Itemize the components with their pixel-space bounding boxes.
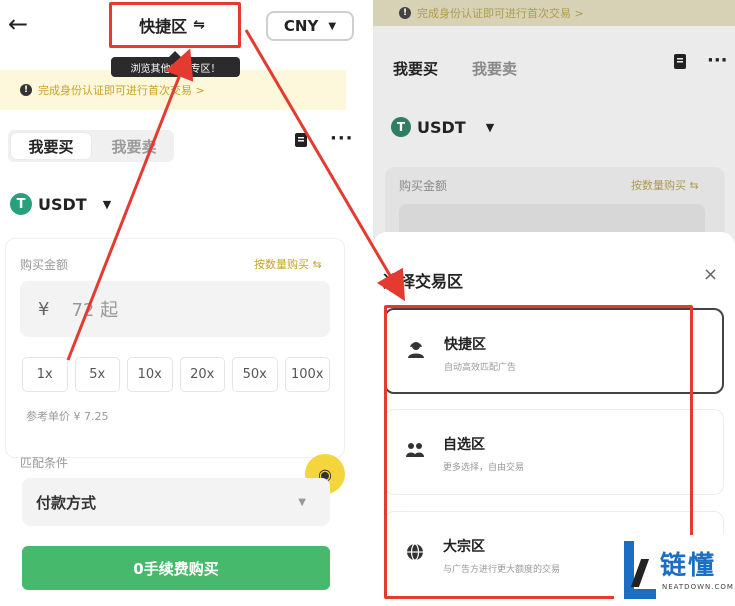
buy-amount-label: 购买金额: [399, 179, 448, 193]
coin-selector[interactable]: T USDT ▼: [10, 193, 111, 215]
currency-symbol: ¥: [38, 298, 50, 320]
caret-down-icon: ▼: [298, 496, 306, 508]
info-icon: !: [399, 7, 411, 19]
buy-sell-tabs: 我要买 我要卖: [8, 130, 174, 162]
coin-symbol: USDT: [417, 117, 466, 137]
watermark-logo: 链懂 NEATDOWN.COM: [614, 535, 735, 606]
caret-down-icon: ▼: [485, 120, 495, 134]
tooltip: 浏览其他交易专区！: [111, 51, 240, 77]
buy-by-quantity-link[interactable]: 按数量购买 ⇆: [631, 177, 699, 193]
reference-price: 参考单价 ¥ 7.25: [26, 410, 109, 423]
logo-mark: [624, 541, 656, 599]
sheet-title: 选择交易区: [383, 272, 464, 291]
notice-text: 完成身份认证即可进行首次交易 >: [38, 84, 205, 97]
annotation-box-trade-zone: [109, 2, 241, 48]
info-icon: !: [20, 84, 32, 96]
buy-sell-tabs: 我要买 我要卖: [393, 58, 517, 79]
order-document-icon[interactable]: [674, 54, 686, 69]
caret-down-icon: ▼: [102, 197, 112, 211]
payment-method-label: 付款方式: [36, 493, 97, 512]
multiplier-button[interactable]: 5x: [74, 357, 120, 392]
watermark-text: 链懂: [660, 551, 717, 581]
close-icon[interactable]: ×: [703, 264, 718, 285]
multiplier-button[interactable]: 100x: [284, 357, 330, 392]
left-screen: ← 快捷区 ⇋ CNY ▼ ! 完成身份认证即可进行首次交易 > 浏览其他交易专…: [0, 0, 360, 606]
coin-selector[interactable]: T USDT ▼: [391, 117, 494, 137]
amount-placeholder: 72 起: [71, 300, 119, 321]
more-options-icon[interactable]: ···: [330, 128, 354, 149]
payment-method-select[interactable]: 付款方式 ▼: [22, 478, 330, 526]
tab-sell[interactable]: 我要卖: [472, 58, 517, 79]
back-arrow-icon[interactable]: ←: [8, 12, 34, 38]
watermark-subtext: NEATDOWN.COM: [662, 583, 734, 591]
multiplier-button[interactable]: 10x: [127, 357, 173, 392]
buy-amount-label: 购买金额: [20, 258, 69, 272]
verification-notice[interactable]: ! 完成身份认证即可进行首次交易 >: [373, 0, 735, 26]
amount-input[interactable]: ¥ 72 起: [20, 281, 330, 337]
match-condition-label: 匹配条件: [20, 456, 69, 470]
currency-label: CNY: [283, 17, 319, 35]
tab-buy[interactable]: 我要买: [393, 58, 438, 79]
tether-icon: T: [391, 117, 411, 137]
tether-icon: T: [10, 193, 32, 215]
tab-sell[interactable]: 我要卖: [94, 130, 174, 162]
currency-select[interactable]: CNY ▼: [266, 11, 354, 41]
multiplier-button[interactable]: 1x: [22, 357, 68, 392]
buy-by-quantity-link[interactable]: 按数量购买 ⇆: [254, 256, 322, 272]
caret-down-icon: ▼: [328, 20, 337, 32]
more-options-icon[interactable]: ···: [707, 50, 728, 71]
multiplier-button[interactable]: 20x: [179, 357, 225, 392]
order-document-icon[interactable]: [294, 132, 308, 148]
buy-button[interactable]: 0手续费购买: [22, 546, 330, 590]
notice-text: 完成身份认证即可进行首次交易 >: [417, 7, 584, 20]
multiplier-row: 1x 5x 10x 20x 50x 100x: [22, 357, 330, 392]
tab-buy[interactable]: 我要买: [11, 133, 91, 159]
multiplier-button[interactable]: 50x: [232, 357, 278, 392]
coin-symbol: USDT: [38, 194, 87, 214]
